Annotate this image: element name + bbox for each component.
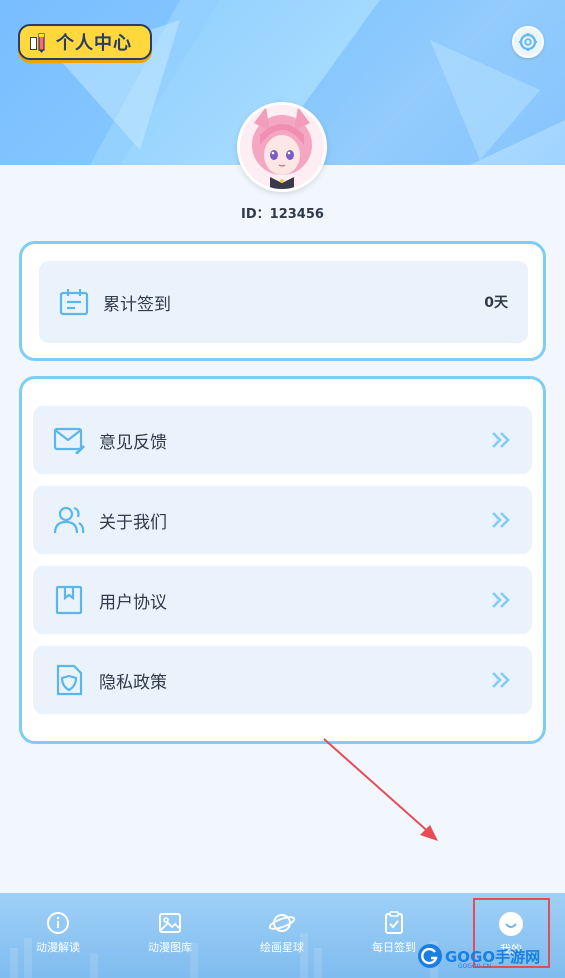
user-id: ID：123456 xyxy=(241,207,324,222)
checkin-row[interactable]: 累计签到 0天 xyxy=(39,261,528,343)
tab-anime-gallery[interactable]: 动漫图库 xyxy=(125,893,215,978)
tab-label: 动漫解读 xyxy=(36,941,80,954)
menu-card: 意见反馈 关于我们 用户协议 隐私政策 xyxy=(19,376,546,744)
pencil-ruler-icon xyxy=(30,33,45,53)
tab-label: 绘画星球 xyxy=(260,941,304,954)
bookmark-icon xyxy=(55,585,83,615)
chevron-double-right-icon xyxy=(492,512,510,528)
page-title-badge: 个人中心 xyxy=(18,24,152,60)
settings-button[interactable] xyxy=(512,26,544,58)
gear-icon xyxy=(519,33,537,51)
mail-icon xyxy=(53,427,85,454)
avatar[interactable] xyxy=(237,102,327,192)
gogo-logo-icon xyxy=(418,944,442,968)
menu-item-label: 关于我们 xyxy=(99,512,167,533)
clipboard-check-icon xyxy=(385,911,403,934)
tab-label: 动漫图库 xyxy=(148,941,192,954)
tab-label: 每日签到 xyxy=(372,941,416,954)
menu-item-label: 意见反馈 xyxy=(99,432,167,453)
users-icon xyxy=(53,506,85,534)
page-title: 个人中心 xyxy=(56,33,132,54)
menu-item-about[interactable]: 关于我们 xyxy=(33,486,532,554)
menu-item-label: 用户协议 xyxy=(99,592,167,613)
tab-drawing-planet[interactable]: 绘画星球 xyxy=(237,893,327,978)
avatar-image xyxy=(240,105,324,189)
shield-icon xyxy=(56,664,83,696)
menu-item-label: 隐私政策 xyxy=(99,672,167,693)
calendar-icon xyxy=(59,289,89,316)
menu-item-feedback[interactable]: 意见反馈 xyxy=(33,406,532,474)
chevron-double-right-icon xyxy=(492,592,510,608)
tab-anime-interpretation[interactable]: 动漫解读 xyxy=(13,893,103,978)
annotation-arrow xyxy=(323,738,438,841)
checkin-value: 0天 xyxy=(484,295,508,311)
checkin-label: 累计签到 xyxy=(103,294,171,315)
chevron-double-right-icon xyxy=(492,432,510,448)
checkin-card: 累计签到 0天 xyxy=(19,241,546,361)
image-icon xyxy=(159,913,181,933)
chevron-double-right-icon xyxy=(492,672,510,688)
menu-item-user-agreement[interactable]: 用户协议 xyxy=(33,566,532,634)
info-icon xyxy=(47,912,69,934)
menu-item-privacy-policy[interactable]: 隐私政策 xyxy=(33,646,532,714)
watermark: GOGO手游网 GOGO0.CN xyxy=(418,942,540,970)
watermark-domain: GOGO0.CN xyxy=(458,963,492,970)
planet-icon xyxy=(268,914,296,932)
